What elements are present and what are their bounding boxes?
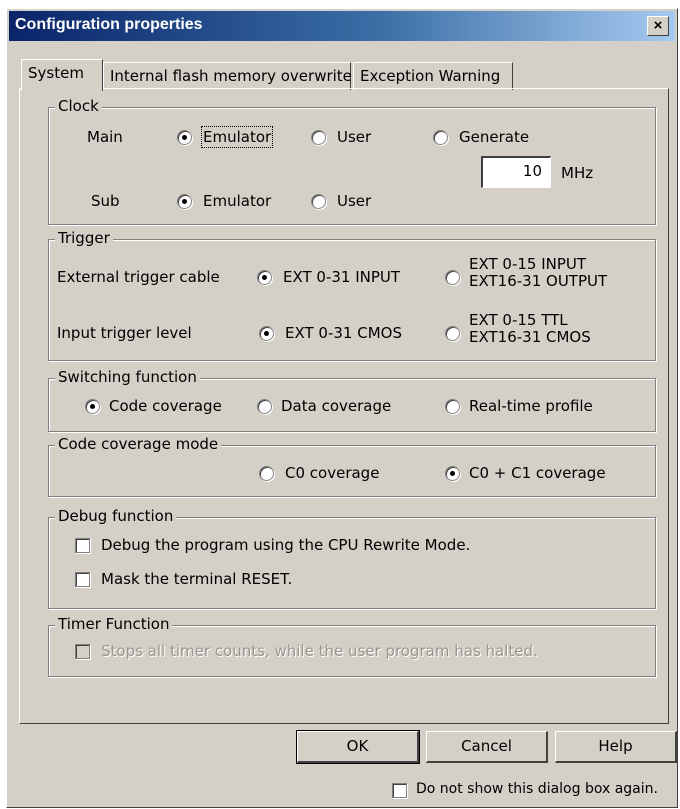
level-option2-line2: EXT16-31 CMOS [469,328,591,346]
main-emulator-radio[interactable] [177,130,192,145]
stop-timer-checkbox [75,644,90,659]
level-ext0-15-ttl-ext16-31-cmos-radio[interactable] [445,326,460,341]
frequency-unit: MHz [561,164,594,182]
main-user-label[interactable]: User [337,128,371,146]
mask-reset-checkbox[interactable] [75,572,90,587]
c0-c1-coverage-radio[interactable] [445,466,460,481]
c0-coverage-label[interactable]: C0 coverage [285,464,379,482]
clock-legend: Clock [55,97,102,115]
data-coverage-radio[interactable] [257,399,272,414]
realtime-profile-radio[interactable] [445,399,460,414]
cable-ext0-15-input-ext16-31-output-radio[interactable] [445,270,460,285]
timer-function-group: Timer Function Stops all timer counts, w… [48,615,656,677]
close-icon: × [653,17,663,34]
frequency-input[interactable]: 10 [481,156,551,188]
code-coverage-mode-legend: Code coverage mode [55,435,222,453]
switching-function-legend: Switching function [55,368,200,386]
main-generate-radio[interactable] [433,130,448,145]
main-clock-label: Main [87,128,123,146]
title-bar[interactable]: Configuration properties × [9,11,675,41]
input-trigger-level-label: Input trigger level [57,324,192,342]
level-option2-label[interactable]: EXT 0-15 TTL EXT16-31 CMOS [469,312,591,346]
sub-emulator-label[interactable]: Emulator [203,192,271,210]
cable-ext0-31-input-radio[interactable] [257,270,272,285]
cable-option2-label[interactable]: EXT 0-15 INPUT EXT16-31 OUTPUT [469,256,607,290]
level-ext0-31-cmos-radio[interactable] [259,326,274,341]
switching-function-group: Switching function Code coverage Data co… [48,368,656,432]
cancel-button[interactable]: Cancel [426,731,548,763]
tab-exception-warning-label: Exception Warning [360,67,501,85]
trigger-legend: Trigger [55,229,113,247]
trigger-group: Trigger External trigger cable EXT 0-31 … [48,229,656,361]
cable-option2-line1: EXT 0-15 INPUT [469,255,587,273]
code-coverage-mode-group: Code coverage mode C0 coverage C0 + C1 c… [48,435,656,497]
help-button[interactable]: Help [555,731,677,763]
ok-button-label: OK [346,737,369,755]
help-button-label: Help [598,737,633,755]
tab-internal-flash-label: Internal flash memory overwrite [110,67,352,85]
sub-clock-label: Sub [91,192,120,210]
data-coverage-label[interactable]: Data coverage [281,397,391,415]
tab-system-label: System [28,64,84,82]
realtime-profile-label[interactable]: Real-time profile [469,397,593,415]
rewrite-mode-label[interactable]: Debug the program using the CPU Rewrite … [101,536,470,554]
mask-reset-label[interactable]: Mask the terminal RESET. [101,570,292,588]
frequency-value: 10 [522,162,542,180]
stop-timer-label: Stops all timer counts, while the user p… [101,642,538,660]
cancel-button-label: Cancel [461,737,512,755]
tab-system[interactable]: System [21,59,103,91]
system-tab-panel: Clock Main Emulator User Generate 10 MHz… [19,88,669,724]
dont-show-again-label[interactable]: Do not show this dialog box again. [416,781,658,797]
external-trigger-cable-label: External trigger cable [57,268,220,286]
sub-user-label[interactable]: User [337,192,371,210]
ok-button[interactable]: OK [296,730,420,764]
debug-function-group: Debug function Debug the program using t… [48,507,656,609]
dont-show-again-checkbox[interactable] [392,783,407,798]
code-coverage-label[interactable]: Code coverage [109,397,222,415]
level-ext0-31-cmos-label[interactable]: EXT 0-31 CMOS [285,324,402,342]
main-generate-label[interactable]: Generate [459,128,529,146]
tab-exception-warning[interactable]: Exception Warning [353,62,513,90]
dialog-title: Configuration properties [15,16,203,33]
cable-ext0-31-input-label[interactable]: EXT 0-31 INPUT [283,268,400,286]
level-option2-line1: EXT 0-15 TTL [469,311,568,329]
c0-c1-coverage-label[interactable]: C0 + C1 coverage [469,464,606,482]
clock-group: Clock Main Emulator User Generate 10 MHz… [48,97,656,225]
c0-coverage-radio[interactable] [259,466,274,481]
sub-emulator-radio[interactable] [177,194,192,209]
main-user-radio[interactable] [311,130,326,145]
cable-option2-line2: EXT16-31 OUTPUT [469,272,608,290]
rewrite-mode-checkbox[interactable] [75,538,90,553]
close-button[interactable]: × [647,16,669,36]
configuration-dialog: Configuration properties × System Intern… [6,8,678,808]
debug-function-legend: Debug function [55,507,177,525]
timer-function-legend: Timer Function [55,615,173,633]
tab-internal-flash-memory-overwrite[interactable]: Internal flash memory overwrite [103,62,352,90]
code-coverage-radio[interactable] [85,399,100,414]
sub-user-radio[interactable] [311,194,326,209]
main-emulator-label[interactable]: Emulator [200,126,274,148]
